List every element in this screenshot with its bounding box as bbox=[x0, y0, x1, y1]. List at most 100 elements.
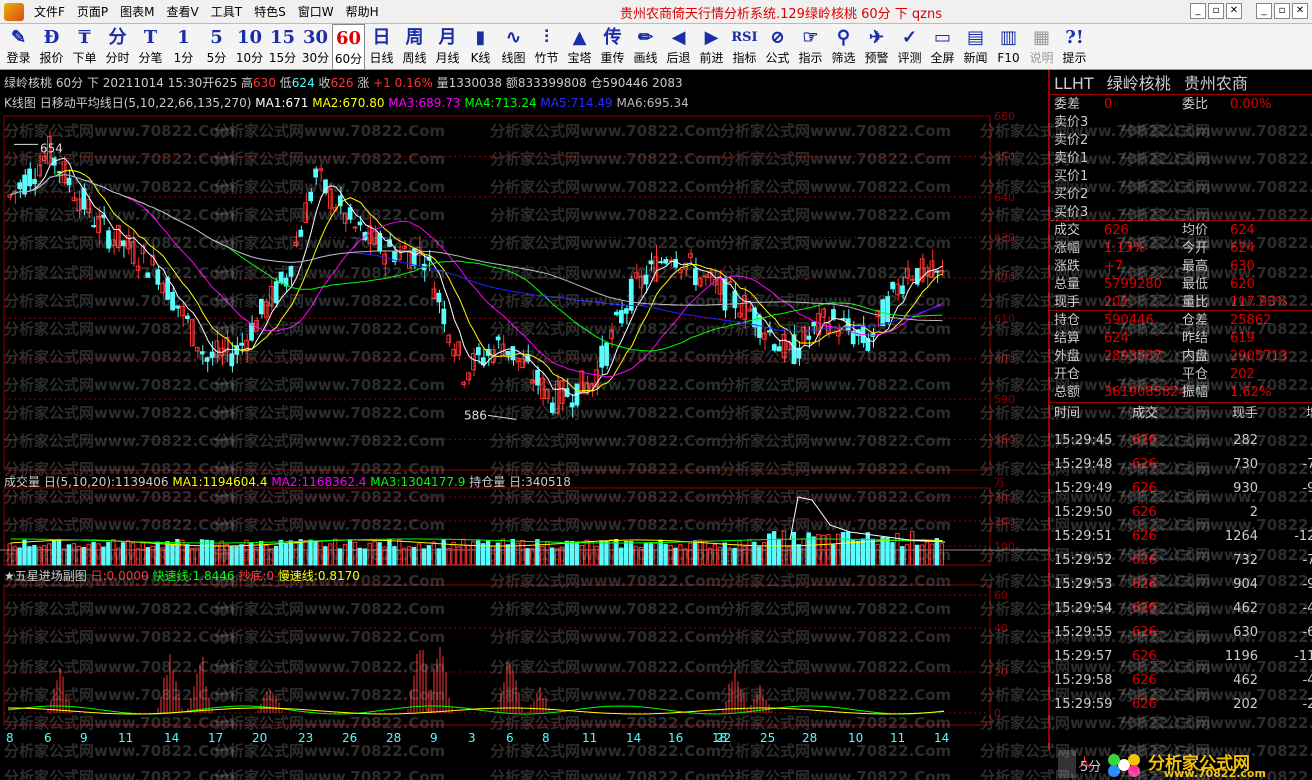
menubar: 文件F 页面P 图表M 查看V 工具T 特色S 窗口W 帮助H 贵州农商倚天行情… bbox=[0, 0, 1312, 24]
candle-body bbox=[313, 168, 318, 178]
candle-body bbox=[42, 155, 47, 162]
restore-icon[interactable]: ▫ bbox=[1208, 3, 1224, 19]
volume-bar bbox=[490, 545, 496, 566]
child-close-icon[interactable]: ✕ bbox=[1292, 3, 1308, 19]
toolbar-15min-button[interactable]: 15 15分 bbox=[266, 24, 299, 70]
volume-bar bbox=[653, 543, 658, 566]
tick-row: 15:29:48 626 730 -730 bbox=[1054, 453, 1312, 477]
toolbar-forward-button[interactable]: ▶ 前进 bbox=[695, 24, 728, 70]
toolbar-reload-button[interactable]: 传重传 bbox=[596, 24, 629, 70]
toolbar-tower-button[interactable]: ▲ 宝塔 bbox=[563, 24, 596, 70]
date-tick-label: 11 bbox=[118, 731, 133, 745]
volume-bar bbox=[446, 548, 451, 566]
menu-tools[interactable]: 工具T bbox=[205, 0, 248, 24]
candle-body bbox=[406, 251, 412, 269]
toolbar-login-button[interactable]: ✎ 登录 bbox=[2, 24, 35, 70]
toolbar-60min-button[interactable]: 60 60分 bbox=[332, 24, 365, 70]
toolbar-filter-button[interactable]: ⚲ 筛选 bbox=[827, 24, 860, 70]
minimize-icon[interactable]: _ bbox=[1190, 3, 1206, 19]
toolbar-quote-button[interactable]: Ð 报价 bbox=[35, 24, 68, 70]
quote-row: 买价2 bbox=[1054, 186, 1310, 204]
30min-icon: 30 bbox=[302, 27, 329, 48]
toolbar-1min-button[interactable]: 1 1分 bbox=[167, 24, 200, 70]
tick-row: 15:29:50 626 20 bbox=[1054, 501, 1312, 525]
volume-bar bbox=[214, 544, 220, 566]
toolbar-tips-button[interactable]: ?! 提示 bbox=[1058, 24, 1091, 70]
toolbar-alert-button[interactable]: ✈ 预警 bbox=[860, 24, 893, 70]
toolbar-bamboo-button[interactable]: ⫶ 竹节 bbox=[530, 24, 563, 70]
toolbar-news-button[interactable]: ▤ 新闻 bbox=[959, 24, 992, 70]
quote-k1: 结算 bbox=[1054, 331, 1081, 346]
menu-file[interactable]: 文件F bbox=[28, 0, 71, 24]
toolbar-monthly-button[interactable]: 月月线 bbox=[431, 24, 464, 70]
status-period[interactable]: 5分 bbox=[1080, 756, 1101, 775]
toolbar-tower-label: 宝塔 bbox=[567, 51, 592, 65]
quote-row: 委差 0 委比 0.00% bbox=[1054, 96, 1310, 114]
volume-bar bbox=[905, 544, 910, 566]
tick-t: 15:29:45 bbox=[1054, 433, 1113, 448]
volume-bar bbox=[914, 544, 920, 566]
volume-bar bbox=[520, 540, 525, 566]
toolbar-f10-button[interactable]: ▥ F10 bbox=[992, 24, 1025, 70]
toolbar-back-button[interactable]: ◀ 后退 bbox=[662, 24, 695, 70]
15min-icon: 15 bbox=[269, 27, 296, 48]
volume-bar bbox=[71, 543, 77, 566]
tick-t: 15:29:59 bbox=[1054, 697, 1113, 712]
price-tick-label: 620 bbox=[994, 272, 1015, 285]
child-minimize-icon[interactable]: _ bbox=[1256, 3, 1272, 19]
volume-bar bbox=[619, 547, 624, 566]
quote-k1: 卖价1 bbox=[1054, 151, 1089, 166]
date-tick-label: 14 bbox=[934, 731, 949, 745]
menu-window[interactable]: 窗口W bbox=[292, 0, 340, 24]
volume-bar bbox=[609, 539, 614, 566]
toolbar-fullscreen-label: 全屏 bbox=[930, 51, 955, 65]
app-window: 文件F 页面P 图表M 查看V 工具T 特色S 窗口W 帮助H 贵州农商倚天行情… bbox=[0, 0, 1312, 780]
candle-body bbox=[111, 239, 116, 247]
toolbar-evaluate-button[interactable]: ✓ 评测 bbox=[893, 24, 926, 70]
quote-v1: 1.13% bbox=[1104, 241, 1146, 256]
tick-a: 0 bbox=[1272, 429, 1312, 453]
toolbar-kline-button[interactable]: ▮ K线 bbox=[464, 24, 497, 70]
volume-bar bbox=[480, 543, 486, 566]
toolbar-5min-button[interactable]: 5 5分 bbox=[200, 24, 233, 70]
volume-bar bbox=[461, 538, 466, 566]
candle-body bbox=[549, 402, 555, 413]
menu-help[interactable]: 帮助H bbox=[340, 0, 385, 24]
toolbar-daily-button[interactable]: 日日线 bbox=[365, 24, 398, 70]
toolbar-30min-button[interactable]: 30 30分 bbox=[299, 24, 332, 70]
toolbar-linechart-button[interactable]: ∿ 线图 bbox=[497, 24, 530, 70]
toolbar-10min-button[interactable]: 10 10分 bbox=[233, 24, 266, 70]
close-icon[interactable]: ✕ bbox=[1226, 3, 1242, 19]
candle-body bbox=[175, 305, 180, 309]
quote-v2: 630 bbox=[1230, 259, 1255, 274]
quote-row: 成交 626 均价 624 bbox=[1054, 222, 1310, 240]
toolbar-weekly-button[interactable]: 周周线 bbox=[398, 24, 431, 70]
candle-body bbox=[32, 179, 37, 185]
toolbar-hint-button[interactable]: ☞ 指示 bbox=[794, 24, 827, 70]
candle-body bbox=[249, 323, 254, 341]
toolbar-timeshare-button[interactable]: 分分时 bbox=[101, 24, 134, 70]
menu-view[interactable]: 查看V bbox=[161, 0, 205, 24]
toolbar-explain-button[interactable]: ▦ 说明 bbox=[1025, 24, 1058, 70]
quote-v1: 590446 bbox=[1104, 313, 1154, 328]
toolbar-5min-label: 5分 bbox=[206, 51, 227, 65]
menu-page[interactable]: 页面P bbox=[71, 0, 114, 24]
toolbar-fullscreen-button[interactable]: ▭ 全屏 bbox=[926, 24, 959, 70]
toolbar-tick-button[interactable]: T 分笔 bbox=[134, 24, 167, 70]
toolbar-indicator-button[interactable]: RSI 指标 bbox=[728, 24, 761, 70]
toolbar-order-button[interactable]: ₸ 下单 bbox=[68, 24, 101, 70]
volume-bar bbox=[436, 548, 441, 566]
toolbar-draw-button[interactable]: ✏ 画线 bbox=[629, 24, 662, 70]
child-restore-icon[interactable]: ▫ bbox=[1274, 3, 1290, 19]
volume-bar bbox=[771, 531, 777, 566]
menu-chart[interactable]: 图表M bbox=[114, 0, 160, 24]
volume-bar bbox=[115, 547, 121, 566]
candle-body bbox=[766, 330, 772, 333]
candle-body bbox=[145, 272, 151, 278]
volume-bar bbox=[392, 546, 397, 566]
toolbar-filter-label: 筛选 bbox=[831, 51, 856, 65]
toolbar-formula-button[interactable]: ⊘ 公式 bbox=[761, 24, 794, 70]
candle-body bbox=[382, 253, 388, 265]
menu-special[interactable]: 特色S bbox=[248, 0, 292, 24]
kline-chart-area[interactable]: 绿岭核桃 60分 下 20211014 15:30开625 高630 低624 … bbox=[0, 70, 1048, 750]
